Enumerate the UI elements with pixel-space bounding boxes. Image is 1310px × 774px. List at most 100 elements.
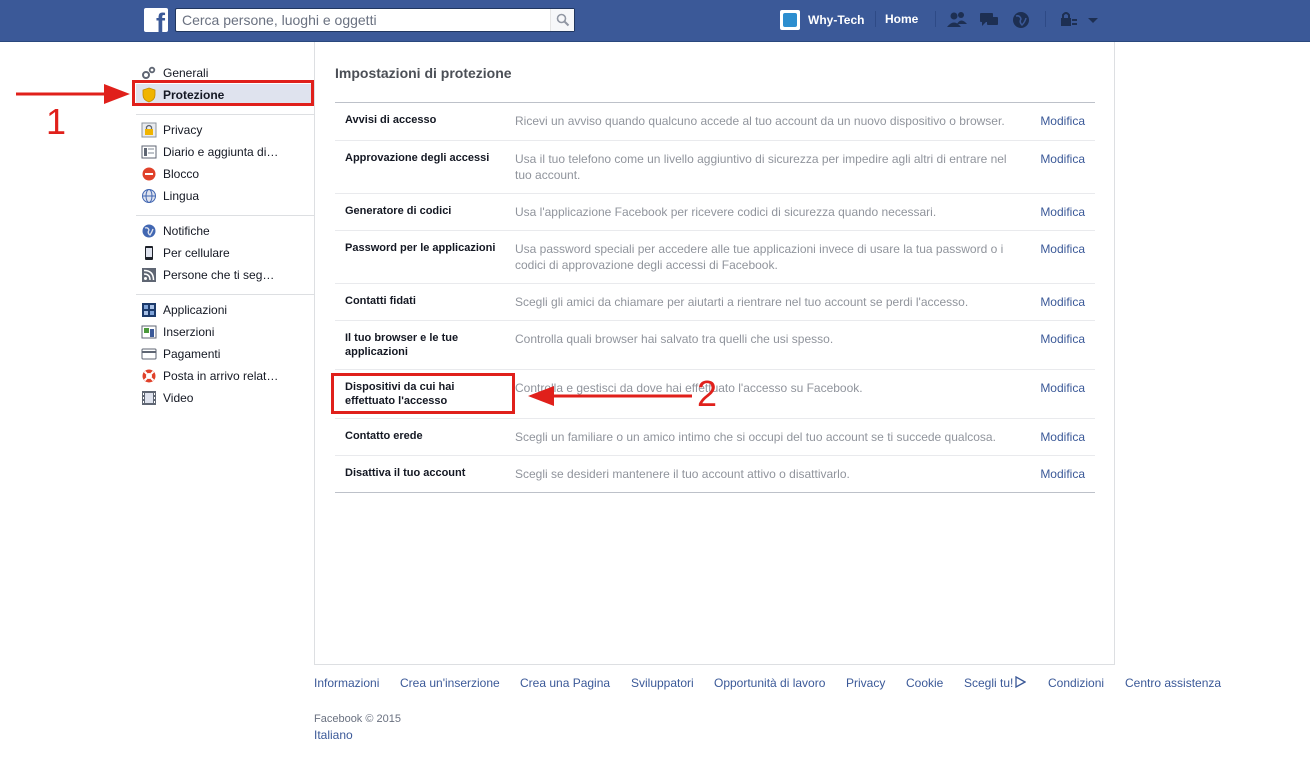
settings-row[interactable]: Password per le applicazioni Usa passwor… [335, 230, 1095, 283]
edit-link[interactable]: Modifica [1040, 332, 1085, 346]
sidebar-item-privacy[interactable]: Privacy [136, 119, 314, 141]
search-button[interactable] [550, 9, 574, 31]
row-description: Scegli gli amici da chiamare per aiutart… [515, 295, 969, 309]
sidebar-item-persone-che-ti-seguono[interactable]: Persone che ti seg… [136, 264, 314, 286]
edit-link[interactable]: Modifica [1040, 295, 1085, 309]
row-description: Controlla quali browser hai salvato tra … [515, 332, 834, 346]
adchoices-icon [1015, 675, 1027, 689]
settings-row[interactable]: Generatore di codici Usa l'applicazione … [335, 193, 1095, 230]
sidebar-item-per-cellulare[interactable]: Per cellulare [136, 242, 314, 264]
rss-icon [142, 268, 156, 282]
sidebar-item-diario[interactable]: Diario e aggiunta di… [136, 141, 314, 163]
settings-row[interactable]: Avvisi di accesso Ricevi un avviso quand… [335, 103, 1095, 140]
edit-link[interactable]: Modifica [1040, 242, 1085, 256]
footer-link-condizioni[interactable]: Condizioni [1048, 676, 1104, 690]
profile-name: Why-Tech [808, 13, 865, 27]
edit-link[interactable]: Modifica [1040, 430, 1085, 444]
sidebar-item-label: Applicazioni [163, 303, 228, 317]
sidebar-item-lingua[interactable]: Lingua [136, 185, 314, 207]
row-description: Scegli un familiare o un amico intimo ch… [515, 430, 996, 444]
edit-link[interactable]: Modifica [1040, 152, 1085, 166]
sidebar-item-label: Posta in arrivo relat… [163, 369, 279, 383]
divider [875, 11, 876, 27]
friend-requests-icon[interactable] [946, 10, 968, 30]
footer-link-scegli-tu-label: Scegli tu! [964, 676, 1014, 690]
block-icon [142, 167, 156, 181]
credit-card-icon [141, 348, 157, 360]
row-label: Il tuo browser e le tue applicazioni [345, 332, 459, 358]
annotation-arrow-2 [528, 386, 692, 406]
sidebar-item-video[interactable]: Video [136, 387, 314, 409]
row-description: Usa password speciali per accedere alle … [515, 242, 1004, 272]
settings-row[interactable]: Disattiva il tuo account Scegli se desid… [335, 455, 1095, 492]
sidebar-item-applicazioni[interactable]: Applicazioni [136, 299, 314, 321]
footer-link-cookie[interactable]: Cookie [906, 676, 943, 690]
row-label: Contatto erede [345, 430, 423, 442]
annotation-highlight-box [331, 373, 515, 414]
copyright: Facebook © 2015 [314, 713, 401, 725]
chevron-down-icon[interactable] [1086, 10, 1100, 30]
top-bar: f Why-Tech Home [0, 0, 1310, 42]
search-box [175, 8, 575, 32]
ads-icon [141, 325, 157, 339]
row-label: Disattiva il tuo account [345, 467, 466, 479]
sidebar-group: Applicazioni Inserzioni Pagamenti Posta … [136, 295, 314, 417]
facebook-logo-icon[interactable]: f [144, 8, 168, 32]
sidebar-item-label: Per cellulare [163, 246, 230, 260]
sidebar-item-label: Video [163, 391, 194, 405]
edit-link[interactable]: Modifica [1040, 205, 1085, 219]
sidebar-item-label: Notifiche [163, 224, 210, 238]
footer-link-opportunita[interactable]: Opportunità di lavoro [714, 676, 825, 690]
annotation-number-2: 2 [697, 373, 718, 414]
home-link[interactable]: Home [885, 12, 918, 26]
footer-link-privacy[interactable]: Privacy [846, 676, 885, 690]
annotation-number-1: 1 [46, 101, 67, 142]
messages-icon[interactable] [978, 10, 1000, 30]
privacy-shortcuts-icon[interactable] [1058, 10, 1080, 30]
settings-panel: Impostazioni di protezione Avvisi di acc… [314, 42, 1115, 665]
row-label: Generatore di codici [345, 205, 452, 217]
annotation-arrow-1 [16, 84, 130, 104]
notifications-globe-icon [142, 224, 156, 238]
settings-row[interactable]: Contatti fidati Scegli gli amici da chia… [335, 283, 1095, 320]
search-input[interactable] [176, 9, 550, 31]
row-description: Usa l'applicazione Facebook per ricevere… [515, 205, 937, 219]
sidebar-item-label: Generali [163, 66, 209, 80]
edit-link[interactable]: Modifica [1040, 381, 1085, 395]
settings-row[interactable]: Contatto erede Scegli un familiare o un … [335, 418, 1095, 455]
profile-link[interactable]: Why-Tech [780, 9, 864, 31]
settings-sidebar: Generali Protezione Privacy Diario e agg… [136, 58, 314, 417]
sidebar-item-blocco[interactable]: Blocco [136, 163, 314, 185]
sidebar-item-notifiche[interactable]: Notifiche [136, 220, 314, 242]
footer-link-scegli-tu[interactable]: Scegli tu! [964, 675, 1027, 690]
edit-link[interactable]: Modifica [1040, 467, 1085, 481]
search-icon [556, 13, 570, 27]
footer-link-centro-assistenza[interactable]: Centro assistenza [1125, 676, 1221, 690]
row-description: Scegli se desideri mantenere il tuo acco… [515, 467, 850, 481]
divider [1045, 11, 1046, 27]
sidebar-item-posta-in-arrivo[interactable]: Posta in arrivo relat… [136, 365, 314, 387]
timeline-icon [141, 145, 157, 159]
footer-link-informazioni[interactable]: Informazioni [314, 676, 379, 690]
sidebar-item-inserzioni[interactable]: Inserzioni [136, 321, 314, 343]
mobile-icon [145, 246, 153, 260]
row-label: Password per le applicazioni [345, 242, 496, 254]
footer-link-crea-pagina[interactable]: Crea una Pagina [520, 676, 610, 690]
footer-link-sviluppatori[interactable]: Sviluppatori [631, 676, 694, 690]
sidebar-item-label: Lingua [163, 189, 200, 203]
divider [935, 11, 936, 27]
settings-table: Avvisi di accesso Ricevi un avviso quand… [335, 102, 1095, 493]
settings-row[interactable]: Approvazione degli accessi Usa il tuo te… [335, 140, 1095, 193]
language-link[interactable]: Italiano [314, 728, 353, 742]
row-description: Usa il tuo telefono come un livello aggi… [515, 152, 1007, 182]
sidebar-item-label: Persone che ti seg… [163, 268, 275, 282]
avatar [780, 10, 800, 30]
edit-link[interactable]: Modifica [1040, 114, 1085, 128]
notifications-globe-icon[interactable] [1010, 10, 1032, 30]
row-description: Ricevi un avviso quando qualcuno accede … [515, 114, 1005, 128]
footer-link-crea-inserzione[interactable]: Crea un'inserzione [400, 676, 500, 690]
sidebar-item-pagamenti[interactable]: Pagamenti [136, 343, 314, 365]
settings-row[interactable]: Il tuo browser e le tue applicazioni Con… [335, 320, 1095, 369]
row-label: Contatti fidati [345, 295, 416, 307]
lifebuoy-icon [142, 369, 156, 383]
